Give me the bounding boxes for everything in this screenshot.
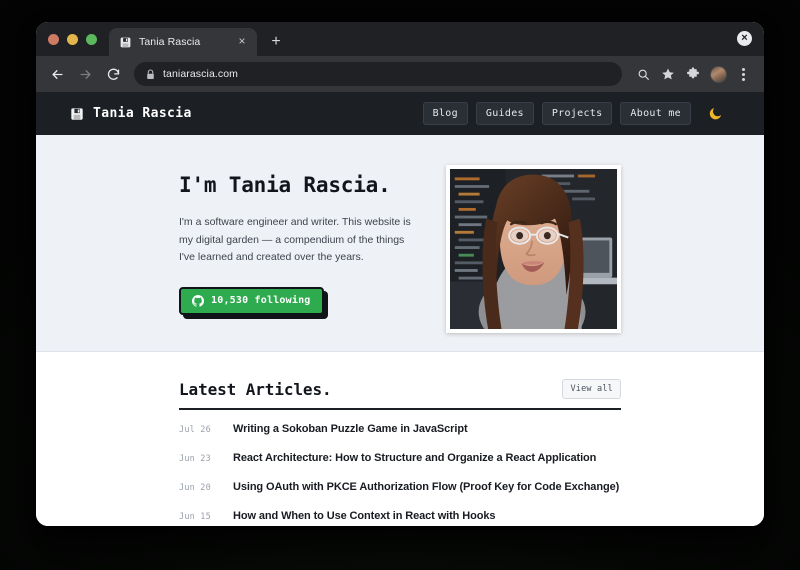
browser-tab-strip: Tania Rascia × + ×: [36, 22, 764, 56]
kebab-menu-icon[interactable]: [732, 63, 754, 85]
article-title-link[interactable]: How and When to Use Context in React wit…: [233, 510, 495, 522]
theme-toggle-button[interactable]: [704, 103, 726, 125]
lock-icon: [147, 68, 154, 79]
web-page: Tania Rascia Blog Guides Projects About …: [36, 92, 764, 526]
address-bar-url: taniarascia.com: [163, 68, 239, 80]
nav-item-guides[interactable]: Guides: [475, 102, 534, 125]
article-title-link[interactable]: Using OAuth with PKCE Authorization Flow…: [233, 481, 619, 493]
forward-arrow-icon: [79, 69, 91, 79]
github-mark-icon: [192, 294, 204, 307]
desktop-background: Tania Rascia × + × taniarascia.com Tania…: [0, 0, 800, 570]
browser-tab-title: Tania Rascia: [139, 36, 201, 48]
site-brand[interactable]: Tania Rascia: [70, 106, 192, 121]
toolbar-icons: [632, 63, 754, 85]
github-follow-button[interactable]: 10,530 following: [179, 286, 324, 315]
site-brand-name: Tania Rascia: [93, 106, 192, 121]
article-title-link[interactable]: Writing a Sokoban Puzzle Game in JavaScr…: [233, 423, 468, 435]
site-navigation: Blog Guides Projects About me: [422, 102, 726, 125]
back-arrow-icon: [51, 69, 63, 79]
back-button[interactable]: [44, 61, 70, 87]
floppy-disk-icon: [71, 107, 83, 120]
window-close-button[interactable]: ×: [737, 31, 752, 46]
article-date: Jun 23: [179, 453, 211, 464]
article-date: Jun 15: [179, 511, 211, 522]
extensions-puzzle-icon[interactable]: [682, 63, 704, 85]
articles-heading: Latest Articles.: [179, 380, 332, 399]
profile-photo: [446, 165, 621, 333]
hero-text-block: I'm Tania Rascia. I'm a software enginee…: [179, 165, 416, 315]
nav-item-blog[interactable]: Blog: [422, 102, 468, 125]
nav-item-about-me[interactable]: About me: [620, 102, 691, 125]
reload-button[interactable]: [100, 61, 126, 87]
article-date: Jul 26: [179, 424, 211, 435]
page-title: I'm Tania Rascia.: [179, 173, 391, 197]
article-title-link[interactable]: React Architecture: How to Structure and…: [233, 452, 596, 464]
list-item[interactable]: Jun 23 React Architecture: How to Struct…: [179, 443, 621, 472]
list-item[interactable]: Jun 20 Using OAuth with PKCE Authorizati…: [179, 472, 621, 501]
list-item[interactable]: Jun 15 How and When to Use Context in Re…: [179, 501, 621, 526]
list-item[interactable]: Jul 26 Writing a Sokoban Puzzle Game in …: [179, 414, 621, 443]
browser-window: Tania Rascia × + × taniarascia.com Tania…: [36, 22, 764, 526]
window-traffic-lights: [48, 22, 109, 56]
browser-toolbar: taniarascia.com: [36, 56, 764, 92]
floppy-disk-icon: [120, 37, 131, 47]
article-list: Jul 26 Writing a Sokoban Puzzle Game in …: [179, 410, 621, 526]
window-close-dot[interactable]: [48, 33, 59, 45]
forward-button[interactable]: [72, 61, 98, 87]
avatar: [709, 65, 727, 83]
bookmark-star-icon[interactable]: [657, 63, 679, 85]
kebab-dots: [741, 67, 745, 81]
articles-header: Latest Articles. View all: [179, 379, 621, 410]
tab-close-icon[interactable]: ×: [235, 35, 249, 49]
window-minimize-dot[interactable]: [67, 33, 78, 45]
browser-tab[interactable]: Tania Rascia ×: [109, 28, 257, 56]
latest-articles-section: Latest Articles. View all Jul 26 Writing…: [36, 352, 764, 526]
portrait-photo-image: [450, 169, 617, 329]
profile-avatar-icon[interactable]: [707, 63, 729, 85]
search-icon[interactable]: [632, 63, 654, 85]
site-header: Tania Rascia Blog Guides Projects About …: [36, 92, 764, 135]
github-follow-label: 10,530 following: [211, 295, 311, 306]
hero-description: I'm a software engineer and writer. This…: [179, 216, 411, 263]
new-tab-button[interactable]: +: [263, 29, 289, 55]
window-maximize-dot[interactable]: [86, 33, 97, 45]
hero-section: I'm Tania Rascia. I'm a software enginee…: [36, 135, 764, 352]
reload-icon: [107, 68, 119, 80]
address-bar[interactable]: taniarascia.com: [134, 62, 622, 86]
view-all-button[interactable]: View all: [562, 379, 621, 399]
crescent-moon-icon: [709, 108, 721, 120]
nav-item-projects[interactable]: Projects: [541, 102, 613, 125]
article-date: Jun 20: [179, 482, 211, 493]
